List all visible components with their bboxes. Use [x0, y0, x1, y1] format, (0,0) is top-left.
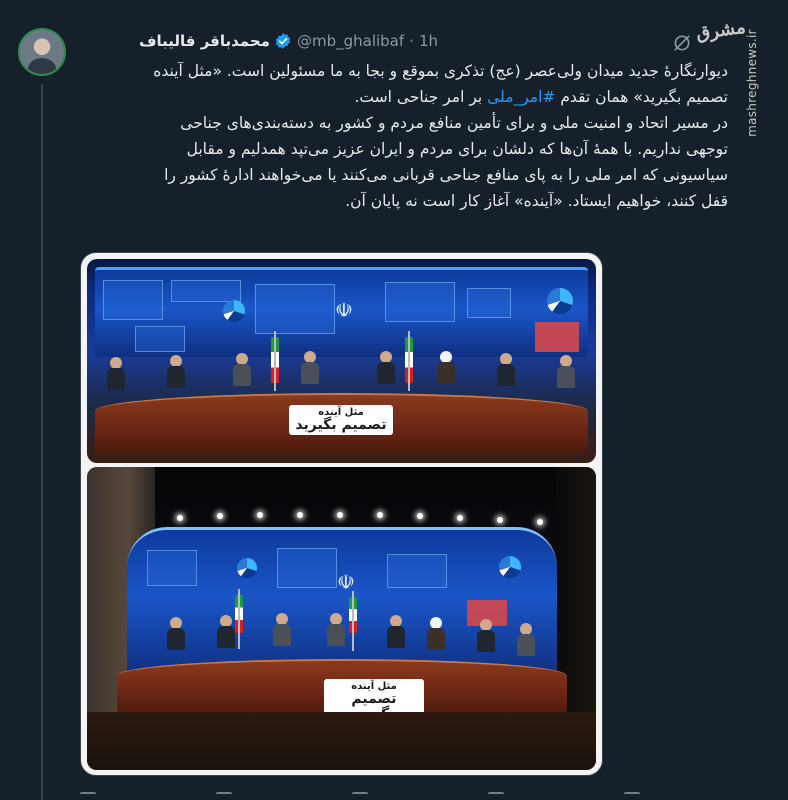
watermark-site: mashreghnews.ir	[745, 29, 760, 137]
video-wall: ☫	[95, 267, 588, 357]
author-name[interactable]: محمدباقر قالیباف	[139, 32, 270, 50]
square-floor	[87, 712, 596, 770]
meeting-participant	[233, 353, 251, 386]
author-handle[interactable]: @mb_ghalibaf	[297, 32, 404, 50]
media-photo-meeting[interactable]: ☫ مثل آینده تصمیم بگیرید	[87, 259, 596, 463]
iran-flag	[271, 331, 279, 391]
retweet-icon[interactable]	[216, 792, 232, 800]
tweet-text: دیوارنگارهٔ جدید میدان ولی‌عصر (عج) تذکر…	[80, 58, 728, 214]
meeting-participant	[167, 355, 185, 388]
text-segment: بر امر جناحی است.	[354, 88, 488, 106]
iran-flag	[405, 331, 413, 391]
thread-line	[41, 84, 43, 800]
meeting-participant	[377, 351, 395, 384]
views-icon[interactable]	[488, 792, 504, 800]
hashtag-link[interactable]: #امر_ملی	[487, 88, 555, 106]
meeting-participant	[327, 613, 345, 646]
mashregh-logo: مشرق	[695, 16, 748, 45]
meeting-participant	[217, 615, 235, 648]
reply-icon[interactable]	[80, 792, 96, 800]
meeting-participant	[273, 613, 291, 646]
tweet-actions	[80, 792, 640, 800]
iran-flag	[349, 591, 357, 651]
stage-lights	[147, 509, 547, 525]
media-photo-square[interactable]: ☫ مثل آینده تصمیم بگیرید	[87, 467, 596, 770]
grok-icon[interactable]	[672, 33, 692, 53]
meeting-participant	[477, 619, 495, 652]
tweet-text-line: قفل کنند، خواهیم ایستاد. «آینده» آغاز کا…	[345, 192, 728, 210]
tweet-text-line: توجهی نداریم. با همهٔ آن‌ها که دلشان برا…	[186, 140, 728, 158]
tweet-text-line: سیاسیونی که امر ملی را به پای منافع جناح…	[164, 166, 728, 184]
text-segment: تصمیم بگیرید» همان تقدم	[555, 88, 728, 106]
mural-slogan: مثل آینده تصمیم بگیرید	[289, 405, 393, 436]
meeting-participant	[497, 353, 515, 386]
mural-screen: ☫	[127, 527, 557, 677]
meeting-participant	[387, 615, 405, 648]
tweet-header: محمدباقر قالیباف @mb_ghalibaf · 1h	[139, 29, 438, 53]
verified-badge-icon	[275, 33, 291, 49]
iran-flag	[235, 589, 243, 649]
like-icon[interactable]	[352, 792, 368, 800]
tweet-text-line: تصمیم بگیرید» همان تقدم #امر_ملی بر امر …	[80, 84, 728, 110]
tweet-text-line: دیوارنگارهٔ جدید میدان ولی‌عصر (عج) تذکر…	[153, 62, 728, 80]
tweet-text-line: در مسیر اتحاد و امنیت ملی و برای تأمین م…	[180, 114, 728, 132]
avatar[interactable]	[18, 28, 66, 76]
tweet-media[interactable]: ☫ مثل آینده تصمیم بگیرید ☫ مثل آینده تصم…	[80, 252, 603, 776]
meeting-participant	[517, 623, 535, 656]
separator-dot: ·	[409, 32, 414, 50]
tweet-time[interactable]: 1h	[419, 32, 438, 50]
meeting-participant	[427, 617, 445, 650]
slogan-line2: تصمیم بگیرید	[295, 417, 387, 433]
bookmark-icon[interactable]	[624, 792, 640, 800]
meeting-participant	[301, 351, 319, 384]
meeting-participant	[557, 355, 575, 388]
meeting-participant	[437, 351, 455, 384]
meeting-participant	[167, 617, 185, 650]
meeting-participant	[107, 357, 125, 390]
